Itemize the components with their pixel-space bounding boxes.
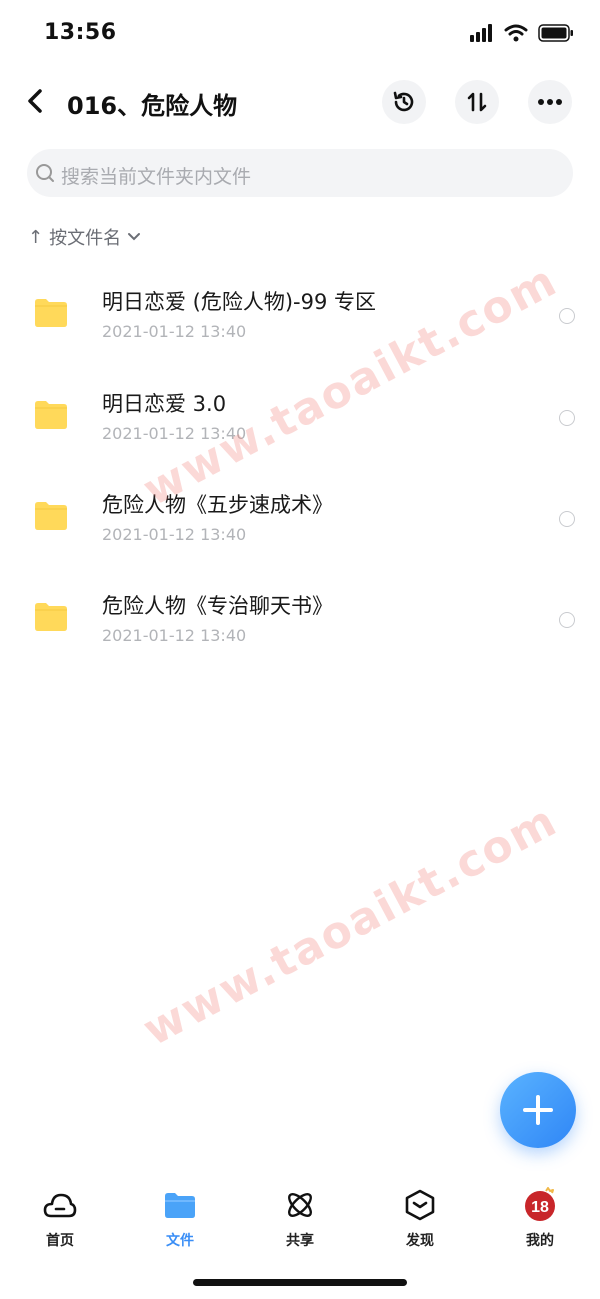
- discover-icon: [405, 1189, 435, 1221]
- folder-icon: [35, 502, 67, 530]
- tab-discover[interactable]: 发现: [380, 1188, 460, 1250]
- sort-button[interactable]: [455, 80, 499, 124]
- file-date: 2021-01-12 13:40: [102, 525, 247, 544]
- tab-label: 文件: [166, 1233, 194, 1249]
- search-placeholder: 搜索当前文件夹内文件: [61, 166, 252, 188]
- tab-me[interactable]: 18 我的: [500, 1187, 580, 1250]
- select-radio[interactable]: [559, 511, 575, 527]
- tab-label: 我的: [526, 1233, 554, 1249]
- signal-icon: [470, 24, 492, 42]
- atom-icon: [288, 1193, 312, 1217]
- select-radio[interactable]: [559, 410, 575, 426]
- watermark: www.taoaikt.com: [134, 794, 566, 1057]
- tab-share[interactable]: 共享: [260, 1188, 340, 1250]
- sort-icon: [467, 92, 487, 112]
- page-title: 016、危险人物: [67, 92, 238, 120]
- back-icon: [28, 89, 42, 113]
- history-button[interactable]: [382, 80, 426, 124]
- file-date: 2021-01-12 13:40: [102, 322, 247, 341]
- folder-icon: [35, 603, 67, 631]
- nav-header: 016、危险人物: [0, 72, 600, 132]
- search-icon: [36, 164, 54, 182]
- battery-icon: [538, 24, 573, 42]
- folder-icon: [35, 401, 67, 429]
- file-name: 明日恋爱 (危险人物)-99 专区: [102, 290, 377, 314]
- cloud-icon: [43, 1193, 77, 1218]
- status-icons: [470, 24, 574, 42]
- tab-files[interactable]: 文件: [140, 1188, 220, 1250]
- sort-selector[interactable]: ↑ 按文件名: [28, 224, 141, 250]
- folder-icon: [35, 299, 67, 327]
- file-date: 2021-01-12 13:40: [102, 626, 247, 645]
- more-button[interactable]: [528, 80, 572, 124]
- folder-icon: [165, 1193, 195, 1218]
- sort-arrow-icon: ↑: [28, 226, 44, 248]
- search-input[interactable]: 搜索当前文件夹内文件: [27, 149, 573, 197]
- back-button[interactable]: [22, 84, 52, 118]
- plus-icon: [523, 1095, 553, 1125]
- avatar-text: 18: [531, 1199, 549, 1216]
- home-indicator[interactable]: [193, 1279, 407, 1286]
- add-button[interactable]: [500, 1072, 576, 1148]
- tab-label: 共享: [286, 1233, 314, 1249]
- file-name: 明日恋爱 3.0: [102, 392, 227, 416]
- history-icon: [393, 91, 414, 112]
- select-radio[interactable]: [559, 308, 575, 324]
- sort-label: 按文件名: [49, 228, 122, 249]
- tab-label: 发现: [406, 1233, 434, 1249]
- avatar: 18: [525, 1187, 555, 1221]
- status-time: 13:56: [44, 20, 117, 45]
- status-bar: 13:56: [0, 0, 600, 70]
- file-name: 危险人物《五步速成术》: [102, 493, 333, 517]
- tab-home[interactable]: 首页: [20, 1188, 100, 1250]
- list-item[interactable]: 危险人物《专治聊天书》 2021-01-12 13:40: [0, 580, 600, 670]
- tab-bar: 首页 文件 共享 发现 18 我的: [0, 1170, 600, 1260]
- tab-label: 首页: [46, 1233, 74, 1249]
- chevron-down-icon: [128, 233, 141, 241]
- file-name: 危险人物《专治聊天书》: [102, 594, 333, 618]
- select-radio[interactable]: [559, 612, 575, 628]
- more-icon: [538, 99, 562, 105]
- wifi-icon: [504, 24, 528, 42]
- list-item[interactable]: 危险人物《五步速成术》 2021-01-12 13:40: [0, 479, 600, 569]
